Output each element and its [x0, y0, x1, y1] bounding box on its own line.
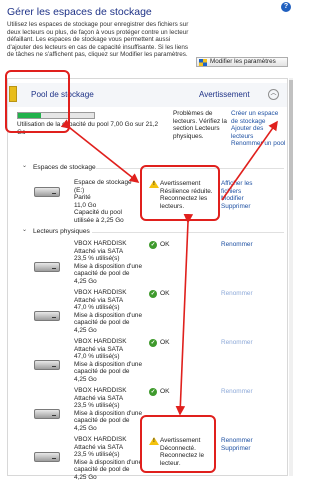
- ok-check-icon: ✓: [149, 290, 157, 298]
- drives-section-label: Lecteurs physiques: [33, 228, 90, 235]
- drive-warning-detail: Déconnecté. Reconnectez le lecteur.: [160, 444, 205, 467]
- drive-usage: 23,5 % utilisé(s): [74, 402, 120, 410]
- drive-connection: Attaché via SATA: [74, 296, 124, 304]
- modify-settings-button[interactable]: Modifier les paramètres: [196, 57, 288, 67]
- drive-actions: Renommer Supprimer: [221, 437, 253, 452]
- add-drives-link[interactable]: Ajouter des lecteurs: [231, 125, 287, 140]
- space-name: Espace de stockage (E:): [74, 179, 132, 194]
- space-actions: Afficher les fichiers Modifier Supprimer: [221, 180, 271, 210]
- drive-status: OK: [160, 241, 170, 248]
- create-space-link[interactable]: Créer un espace de stockage: [231, 110, 287, 125]
- section-divider: [92, 232, 284, 233]
- scrollbar-thumb[interactable]: [289, 80, 293, 200]
- drive-usage: 47,0 % utilisé(s): [74, 304, 120, 312]
- drive-capacity: Mise à disposition d'une capacité de poo…: [74, 458, 143, 480]
- pool-name: Pool de stockage: [31, 90, 94, 99]
- help-icon[interactable]: ?: [281, 2, 291, 12]
- warning-icon: !: [149, 437, 159, 445]
- physical-drive-icon: [34, 262, 60, 272]
- drive-status: OK: [160, 290, 170, 297]
- space-warning: Avertissement Résilience réduite. Reconn…: [160, 180, 218, 210]
- drive-model: VBOX HARDDISK: [74, 338, 127, 345]
- drive-capacity: Mise à disposition d'une capacité de poo…: [74, 311, 143, 334]
- physical-drive-info: VBOX HARDDISK Attaché via SATA 47,0 % ut…: [74, 338, 142, 384]
- ok-check-icon: ✓: [149, 339, 157, 347]
- drive-model: VBOX HARDDISK: [74, 240, 127, 247]
- drive-connection: Attaché via SATA: [74, 247, 124, 255]
- storage-space-info: Espace de stockage (E:) Parité 11,0 Go C…: [74, 179, 142, 225]
- drive-connection: Attaché via SATA: [74, 345, 124, 353]
- pool-status: Avertissement: [199, 90, 250, 99]
- physical-drive-icon: [34, 360, 60, 370]
- drive-model: VBOX HARDDISK: [74, 387, 127, 394]
- rename-drive-link[interactable]: Renommer: [221, 290, 253, 298]
- physical-drive-info: VBOX HARDDISK Attaché via SATA 47,0 % ut…: [74, 289, 142, 335]
- spaces-collapse-caret-icon[interactable]: ⌄: [22, 162, 27, 169]
- drive-capacity: Mise à disposition d'une capacité de poo…: [74, 262, 143, 285]
- space-warning-title: Avertissement: [160, 180, 201, 187]
- pool-usage-text: Utilisation de la capacité du pool 7,00 …: [17, 121, 159, 136]
- drive-usage: 23,5 % utilisé(s): [74, 451, 120, 459]
- drive-capacity: Mise à disposition d'une capacité de poo…: [74, 360, 143, 383]
- drive-status: OK: [160, 339, 170, 346]
- drive-model: VBOX HARDDISK: [74, 289, 127, 296]
- pool-usage-bar: [17, 112, 95, 119]
- drive-connection: Attaché via SATA: [74, 394, 124, 402]
- warning-icon: !: [149, 180, 159, 188]
- drive-capacity: Mise à disposition d'une capacité de poo…: [74, 409, 143, 432]
- drives-collapse-caret-icon[interactable]: ⌄: [22, 226, 27, 233]
- section-divider: [96, 168, 284, 169]
- drive-warning-title: Avertissement: [160, 437, 201, 444]
- ok-check-icon: ✓: [149, 241, 157, 249]
- modify-settings-label: Modifier les paramètres: [210, 58, 276, 65]
- space-size: 11,0 Go: [74, 201, 97, 209]
- rename-drive-link[interactable]: Renommer: [221, 437, 253, 445]
- space-resiliency: Parité: [74, 194, 91, 202]
- rename-pool-link[interactable]: Renommer un pool: [231, 140, 287, 148]
- pool-icon: [9, 86, 17, 102]
- spaces-section-label: Espaces de stockage: [33, 164, 96, 171]
- physical-drive-icon: [34, 311, 60, 321]
- space-warning-detail: Résilience réduite. Reconnectez les lect…: [160, 187, 213, 210]
- physical-drive-info: VBOX HARDDISK Attaché via SATA 23,5 % ut…: [74, 436, 142, 480]
- modify-space-link[interactable]: Modifier: [221, 195, 271, 203]
- physical-drive-icon: [34, 409, 60, 419]
- drive-usage: 47,0 % utilisé(s): [74, 353, 120, 361]
- drive-connection: Attaché via SATA: [74, 443, 124, 451]
- pool-task-links: Créer un espace de stockage Ajouter des …: [231, 110, 287, 148]
- rename-drive-link[interactable]: Renommer: [221, 241, 253, 249]
- drive-usage: 23,5 % utilisé(s): [74, 255, 120, 263]
- view-files-link[interactable]: Afficher les fichiers: [221, 180, 271, 195]
- ok-check-icon: ✓: [149, 388, 157, 396]
- rename-drive-link[interactable]: Renommer: [221, 339, 253, 347]
- physical-drive-info: VBOX HARDDISK Attaché via SATA 23,5 % ut…: [74, 387, 142, 433]
- collapse-pool-chevron-icon[interactable]: ︿: [268, 89, 279, 100]
- page-title: Gérer les espaces de stockage: [7, 6, 152, 18]
- space-pool-usage: Capacité du pool utilisée à 2,25 Go: [74, 209, 124, 224]
- pool-problem-text: Problèmes de lecteurs. Vérifiez la secti…: [173, 110, 227, 140]
- rename-drive-link[interactable]: Renommer: [221, 388, 253, 396]
- shield-icon: [199, 59, 207, 66]
- drive-status: OK: [160, 388, 170, 395]
- physical-drive-icon: [34, 452, 60, 462]
- delete-space-link[interactable]: Supprimer: [221, 203, 271, 211]
- drive-warning: Avertissement Déconnecté. Reconnectez le…: [160, 437, 218, 467]
- remove-drive-link[interactable]: Supprimer: [221, 445, 253, 453]
- storage-space-drive-icon: [34, 187, 60, 197]
- physical-drive-info: VBOX HARDDISK Attaché via SATA 23,5 % ut…: [74, 240, 142, 286]
- intro-text: Utilisez les espaces de stockage pour en…: [7, 21, 189, 59]
- drive-model: VBOX HARDDISK: [74, 436, 127, 443]
- pool-usage-fill: [18, 113, 41, 118]
